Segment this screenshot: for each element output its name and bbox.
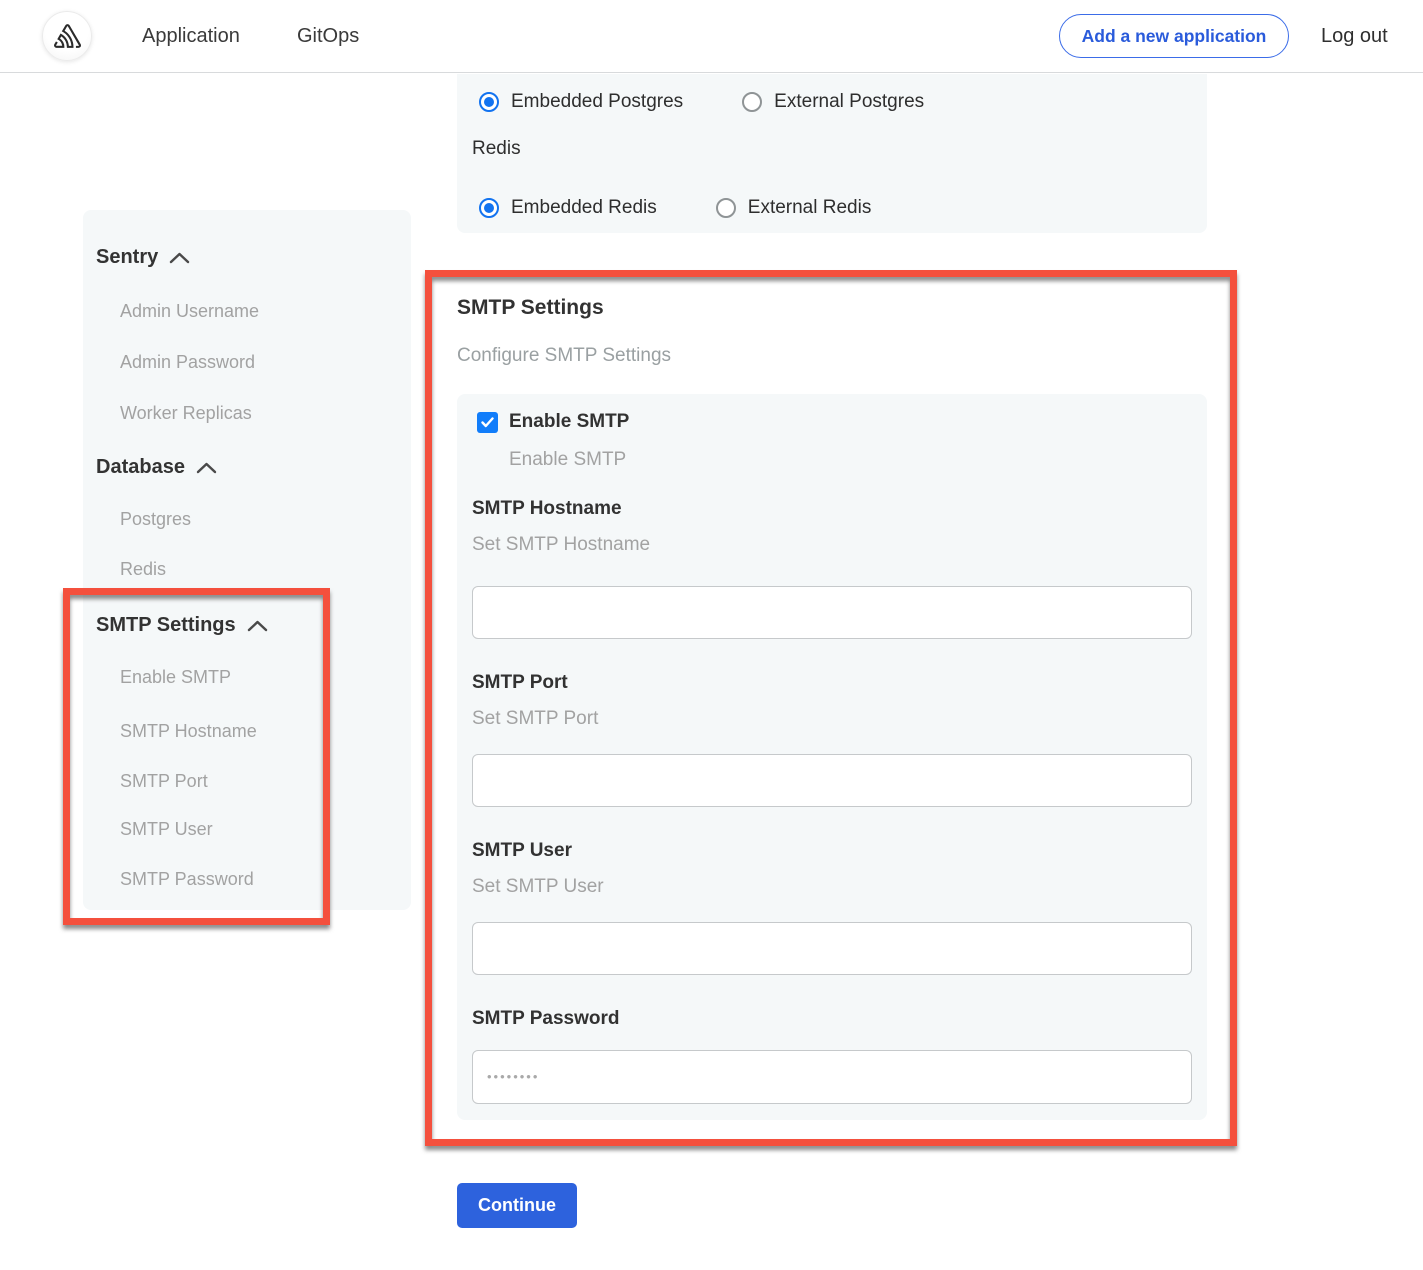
sidebar-item-worker-replicas[interactable]: Worker Replicas: [120, 403, 252, 424]
sidebar-group-sentry-label: Sentry: [96, 246, 158, 269]
smtp-user-label: SMTP User: [472, 840, 572, 862]
smtp-user-helper: Set SMTP User: [472, 876, 604, 898]
sidebar-item-smtp-user[interactable]: SMTP User: [120, 819, 213, 840]
chevron-up-icon: [169, 252, 190, 264]
sidebar-item-redis[interactable]: Redis: [120, 559, 166, 580]
smtp-port-input[interactable]: [472, 754, 1192, 807]
top-nav-bar: Application GitOps Add a new application…: [0, 0, 1423, 73]
external-postgres-label[interactable]: External Postgres: [774, 91, 924, 113]
smtp-user-input[interactable]: [472, 922, 1192, 975]
sidebar-item-smtp-password[interactable]: SMTP Password: [120, 869, 254, 890]
sidebar-group-smtp-settings[interactable]: SMTP Settings: [96, 614, 268, 637]
embedded-postgres-radio[interactable]: [479, 92, 499, 112]
sidebar-item-postgres[interactable]: Postgres: [120, 509, 191, 530]
chevron-up-icon: [196, 462, 217, 474]
sidebar-item-admin-password[interactable]: Admin Password: [120, 352, 255, 373]
smtp-hostname-helper: Set SMTP Hostname: [472, 534, 650, 556]
logout-link[interactable]: Log out: [1321, 0, 1388, 72]
continue-button[interactable]: Continue: [457, 1183, 577, 1228]
sidebar-group-smtp-label: SMTP Settings: [96, 614, 236, 637]
checkmark-icon: [481, 417, 494, 428]
sidebar-group-database-label: Database: [96, 456, 185, 479]
smtp-section-title: SMTP Settings: [457, 296, 604, 320]
external-redis-label[interactable]: External Redis: [748, 197, 872, 219]
app-logo[interactable]: [42, 11, 92, 61]
database-config-card: Embedded Postgres External Postgres Redi…: [457, 74, 1207, 233]
sidebar-group-sentry[interactable]: Sentry: [96, 246, 190, 269]
embedded-postgres-label[interactable]: Embedded Postgres: [511, 91, 683, 113]
smtp-port-label: SMTP Port: [472, 672, 568, 694]
smtp-hostname-input[interactable]: [472, 586, 1192, 639]
smtp-password-input[interactable]: [472, 1050, 1192, 1104]
enable-smtp-helper: Enable SMTP: [509, 449, 626, 471]
external-redis-radio[interactable]: [716, 198, 736, 218]
sidebar-item-enable-smtp[interactable]: Enable SMTP: [120, 667, 231, 688]
sidebar-item-smtp-port[interactable]: SMTP Port: [120, 771, 208, 792]
smtp-port-helper: Set SMTP Port: [472, 708, 598, 730]
sidebar-group-database[interactable]: Database: [96, 456, 217, 479]
redis-radio-group: Embedded Redis External Redis: [479, 196, 871, 220]
sidebar-item-smtp-hostname[interactable]: SMTP Hostname: [120, 721, 257, 742]
nav-application[interactable]: Application: [142, 0, 240, 72]
embedded-redis-radio[interactable]: [479, 198, 499, 218]
smtp-section-subtitle: Configure SMTP Settings: [457, 345, 671, 367]
postgres-radio-group: Embedded Postgres External Postgres: [479, 90, 924, 114]
redis-group-label: Redis: [472, 138, 521, 160]
page: Application GitOps Add a new application…: [0, 0, 1423, 1270]
add-new-application-button[interactable]: Add a new application: [1059, 14, 1289, 58]
embedded-redis-label[interactable]: Embedded Redis: [511, 197, 657, 219]
sentry-logo-icon: [54, 24, 81, 48]
enable-smtp-checkbox[interactable]: [477, 412, 498, 433]
sidebar-item-admin-username[interactable]: Admin Username: [120, 301, 259, 322]
external-postgres-radio[interactable]: [742, 92, 762, 112]
smtp-password-label: SMTP Password: [472, 1008, 619, 1030]
chevron-up-icon: [247, 620, 268, 632]
smtp-hostname-label: SMTP Hostname: [472, 498, 622, 520]
enable-smtp-label[interactable]: Enable SMTP: [509, 411, 629, 433]
smtp-settings-card: Enable SMTP Enable SMTP SMTP Hostname Se…: [457, 394, 1207, 1120]
nav-gitops[interactable]: GitOps: [297, 0, 359, 72]
